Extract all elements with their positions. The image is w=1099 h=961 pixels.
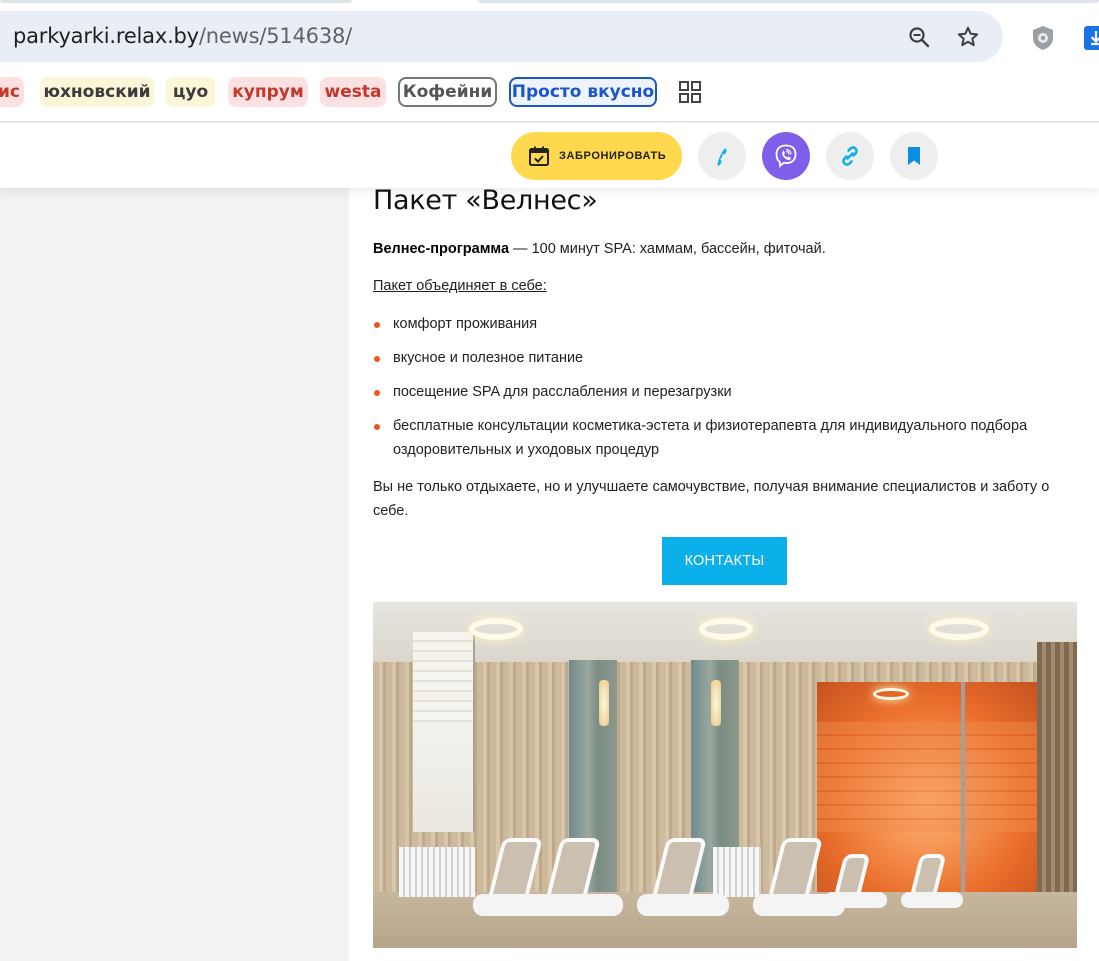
apps-grid-icon[interactable] — [678, 80, 702, 104]
book-button[interactable]: ЗАБРОНИРОВАТЬ — [511, 132, 682, 180]
spa-lounge-photo — [373, 602, 1077, 948]
closing-paragraph: Вы не только отдыхаете, но и улучшаете с… — [373, 479, 1050, 519]
photo-wall-lamp — [711, 680, 721, 726]
list-item-text: бесплатные консультации косметика-эстета… — [393, 418, 1028, 458]
bookmark-chip[interactable]: юхновский — [40, 77, 154, 107]
left-sidebar-area — [0, 188, 349, 961]
shield-extension-icon[interactable] — [1030, 24, 1056, 52]
article-title: Пакет «Велнес» — [373, 185, 598, 216]
bookmark-chip[interactable]: Кофейни — [398, 77, 497, 107]
viber-icon — [775, 144, 797, 168]
list-item-text: вкусное и полезное питание — [393, 350, 584, 366]
link-icon — [842, 146, 858, 166]
photo-ceiling-light — [699, 618, 753, 640]
bullet-dot — [374, 356, 380, 362]
phone-button[interactable] — [698, 132, 746, 180]
browser-window: parkyarki.relax.by/news/514638/ ис юхнов… — [0, 0, 1099, 961]
photo-wall-lamp — [599, 680, 609, 726]
photo-ceiling-light — [929, 618, 989, 640]
bookmark-chip[interactable]: Просто вкусно — [509, 77, 657, 107]
bookmark-button[interactable] — [890, 132, 938, 180]
tab-edge-left[interactable] — [0, 0, 352, 3]
bookmarks-bar: ис юхновский цуо купрум westa Кофейни Пр… — [0, 77, 1099, 107]
url-path: /news/514638/ — [198, 24, 353, 48]
url-text[interactable]: parkyarki.relax.by/news/514638/ — [13, 24, 352, 48]
article-content: Пакет «Велнес» Велнес-программа — 100 ми… — [349, 185, 1099, 961]
bullet-dot — [374, 390, 380, 396]
list-item-text: комфорт проживания — [393, 316, 538, 332]
package-list: комфорт проживания вкусное и полезное пи… — [373, 312, 1063, 472]
viber-button[interactable] — [762, 132, 810, 180]
photo-radiator — [713, 847, 761, 897]
browser-toolbar: parkyarki.relax.by/news/514638/ ис юхнов… — [0, 0, 1099, 122]
intro-bold: Велнес-программа — [373, 241, 510, 257]
contacts-button[interactable]: КОНТАКТЫ — [662, 537, 787, 585]
calendar-check-icon — [529, 146, 549, 166]
download-icon[interactable] — [1083, 24, 1099, 52]
photo-ceiling-light — [469, 618, 523, 640]
bookmark-icon — [908, 147, 920, 165]
share-link-button[interactable] — [826, 132, 874, 180]
photo-salt-bricks — [817, 722, 1037, 832]
list-item: комфорт проживания — [373, 312, 1063, 336]
list-heading: Пакет объединяет в себе: — [373, 278, 547, 294]
address-bar[interactable]: parkyarki.relax.by/news/514638/ — [0, 11, 1003, 62]
book-button-label: ЗАБРОНИРОВАТЬ — [559, 150, 667, 162]
site-header: ЗАБРОНИРОВАТЬ — [0, 123, 1099, 188]
list-item-text: посещение SPA для расслабления и перезаг… — [393, 384, 732, 400]
phone-icon — [717, 148, 727, 166]
url-host: parkyarki.relax.by — [13, 24, 199, 48]
list-item: вкусное и полезное питание — [373, 346, 1063, 370]
intro-rest: — 100 минут SPA: хаммам, бассейн, фиточа… — [509, 241, 826, 257]
photo-window-shade — [413, 632, 473, 722]
star-icon[interactable] — [956, 25, 980, 49]
tab-edge-right[interactable] — [478, 0, 1099, 3]
bookmark-chip[interactable]: цуо — [166, 77, 215, 107]
list-item: посещение SPA для расслабления и перезаг… — [373, 380, 1063, 404]
intro-paragraph: Велнес-программа — 100 минут SPA: хаммам… — [373, 237, 826, 261]
bullet-dot — [374, 322, 380, 328]
bookmark-chip[interactable]: купрум — [228, 77, 308, 107]
list-item: бесплатные консультации косметика-эстета… — [373, 414, 1063, 462]
photo-radiator — [399, 847, 475, 897]
photo-sauna-light — [873, 688, 909, 700]
bullet-dot — [374, 424, 380, 430]
bookmark-chip[interactable]: westa — [320, 77, 386, 107]
bookmark-chip[interactable]: ис — [0, 77, 24, 107]
zoom-out-icon[interactable] — [907, 25, 931, 49]
